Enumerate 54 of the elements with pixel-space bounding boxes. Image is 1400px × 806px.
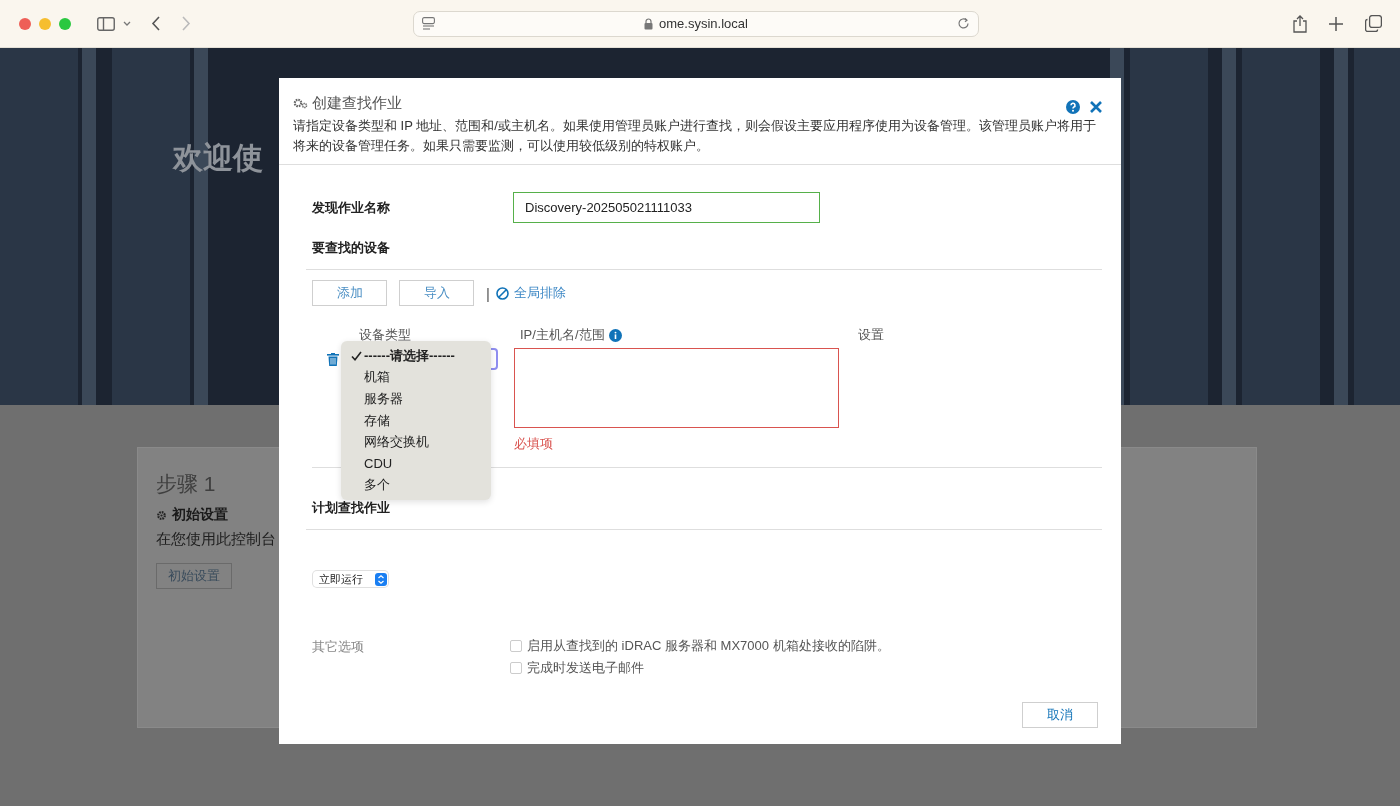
info-icon[interactable] [608,328,622,342]
cancel-button[interactable]: 取消 [1022,702,1098,728]
checkbox[interactable] [510,662,522,674]
job-name-label: 发现作业名称 [312,198,391,217]
address-bar[interactable]: ome.sysin.local [413,10,979,37]
tabs-overview-icon[interactable] [1365,15,1382,32]
gear-icon [156,509,167,521]
sidebar-icon[interactable] [97,16,115,31]
share-icon[interactable] [1293,14,1307,33]
checkbox[interactable] [510,640,522,652]
menu-item[interactable]: 机箱 [341,366,491,389]
trash-icon[interactable] [327,353,339,366]
ip-range-field[interactable] [514,348,839,428]
new-tab-icon[interactable] [1329,16,1343,31]
column-header: 设备类型 [359,327,411,342]
help-icon[interactable] [1066,100,1080,114]
lock-icon [644,17,654,30]
close-window-icon[interactable] [19,17,31,30]
url-text: ome.sysin.local [659,16,748,31]
add-button[interactable]: 添加 [312,280,387,306]
checkmark-icon [350,350,363,361]
checkbox-label: 完成时发送电子邮件 [527,659,644,677]
close-icon[interactable] [1089,100,1103,114]
menu-item[interactable]: CDU [341,452,491,475]
column-header: 设置 [858,327,884,342]
step-title: 步骤 1 [156,471,216,497]
page-menu-icon[interactable] [422,17,435,30]
ban-icon [495,286,509,300]
column-header: IP/主机名/范围 [520,326,605,344]
back-icon[interactable] [151,16,160,31]
section-heading: 计划查找作业 [312,499,391,517]
schedule-select[interactable]: 立即运行 [313,571,388,587]
menu-item[interactable]: ------请选择------ [341,345,491,367]
welcome-heading: 欢迎使 [173,140,263,176]
menu-item[interactable]: 网络交换机 [341,431,491,453]
import-button[interactable]: 导入 [399,280,474,306]
global-exclude-link[interactable]: 全局排除 [495,284,566,302]
chevron-down-icon[interactable] [123,21,131,26]
menu-item[interactable]: 存储 [341,409,491,432]
required-error: 必填项 [514,435,554,453]
separator-text: | [486,284,490,302]
reload-icon[interactable] [957,17,970,30]
menu-item[interactable]: 多个 [341,474,491,497]
menu-item[interactable]: 服务器 [341,388,491,410]
step-text: 在您使用此控制台 [156,530,277,549]
stepper-icon [375,572,387,586]
step-heading: 初始设置 [172,506,228,524]
other-options-label: 其它选项 [312,638,365,656]
dialog-description: 请指定设备类型和 IP 地址、范围和/或主机名。如果使用管理员账户进行查找，则会假设主要应用程序使用为设备管理。该管理员账户将用于将来的设备管理任务。如果只需要监测，可以使用较低级别的特权账户。 [293,117,1097,155]
gears-icon [293,97,308,109]
job-name-field[interactable]: Discovery-202505021111033 [513,192,820,223]
section-heading: 要查找的设备 [312,239,391,257]
dialog-title: 创建查找作业 [312,93,402,113]
checkbox-label: 启用从查找到的 iDRAC 服务器和 MX7000 机箱处接收的陷阱。 [527,637,890,655]
